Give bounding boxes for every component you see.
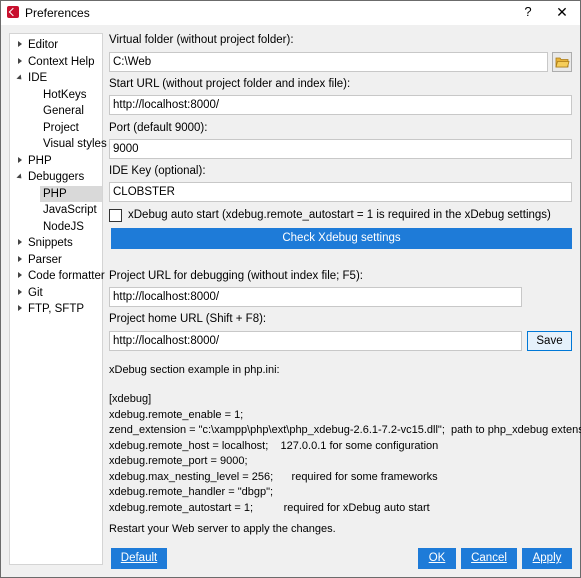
virtual-folder-label: Virtual folder (without project folder): (109, 34, 294, 46)
port-label: Port (default 9000): (109, 122, 208, 134)
window-title: Preferences (25, 6, 90, 20)
ide-key-input[interactable]: CLOBSTER (109, 182, 572, 202)
autostart-label: xDebug auto start (xdebug.remote_autosta… (128, 209, 551, 221)
collapse-arrow-icon[interactable] (16, 173, 24, 181)
tree-item-parser[interactable]: Parser (10, 252, 102, 268)
preferences-window: Preferences ? ✕ Editor Context Help IDE … (0, 0, 581, 578)
expand-arrow-icon[interactable] (18, 156, 22, 163)
expand-arrow-icon[interactable] (18, 57, 22, 64)
tree-item-php[interactable]: PHP (10, 153, 102, 169)
tree-item-general[interactable]: General (10, 103, 102, 119)
browse-folder-button[interactable] (552, 52, 572, 72)
save-button[interactable]: Save (527, 331, 572, 351)
collapse-arrow-icon[interactable] (16, 74, 24, 82)
autostart-checkbox[interactable] (109, 209, 122, 222)
dialog-content: Editor Context Help IDE HotKeys General … (1, 25, 581, 577)
tree-item-javascript[interactable]: JavaScript (10, 202, 102, 218)
info-line: xdebug.max_nesting_level = 256; required… (109, 470, 438, 483)
app-icon (7, 6, 19, 18)
ok-button[interactable]: OK (418, 548, 456, 569)
tree-item-nodejs[interactable]: NodeJS (10, 219, 102, 235)
project-home-label: Project home URL (Shift + F8): (109, 313, 267, 325)
info-line: xdebug.remote_port = 9000; (109, 455, 248, 467)
tree-item-hotkeys[interactable]: HotKeys (10, 87, 102, 103)
apply-button[interactable]: Apply (522, 548, 572, 569)
info-line: zend_extension = "c:\xampp\php\ext\php_x… (109, 424, 581, 436)
project-home-input[interactable]: http://localhost:8000/ (109, 331, 522, 351)
tree-item-editor[interactable]: Editor (10, 37, 102, 53)
info-line: xdebug.remote_handler = "dbgp"; (109, 486, 274, 498)
tree-item-git[interactable]: Git (10, 285, 102, 301)
check-xdebug-button[interactable]: Check Xdebug settings (111, 228, 572, 249)
port-input[interactable]: 9000 (109, 139, 572, 159)
tree-item-visual-styles[interactable]: Visual styles (10, 136, 107, 152)
expand-arrow-icon[interactable] (18, 288, 22, 295)
expand-arrow-icon[interactable] (18, 255, 22, 262)
help-button[interactable]: ? (520, 4, 536, 20)
start-url-label: Start URL (without project folder and in… (109, 78, 351, 90)
tree-item-debuggers[interactable]: Debuggers (10, 169, 102, 185)
virtual-folder-input[interactable]: C:\Web (109, 52, 548, 72)
tree-item-code-formatter[interactable]: Code formatter (10, 268, 105, 284)
start-url-input[interactable]: http://localhost:8000/ (109, 95, 572, 115)
info-line: xdebug.remote_host = localhost; 127.0.0.… (109, 439, 439, 452)
project-url-label: Project URL for debugging (without index… (109, 270, 363, 282)
info-line: xdebug.remote_enable = 1; (109, 408, 244, 421)
ide-key-label: IDE Key (optional): (109, 165, 206, 177)
close-button[interactable]: ✕ (554, 4, 570, 20)
expand-arrow-icon[interactable] (18, 239, 22, 245)
expand-arrow-icon[interactable] (18, 41, 22, 47)
default-button[interactable]: Default (111, 548, 167, 569)
settings-tree: Editor Context Help IDE HotKeys General … (9, 33, 107, 565)
project-url-input[interactable]: http://localhost:8000/ (109, 287, 522, 307)
tree-item-debuggers-php[interactable]: PHP (40, 185, 102, 202)
title-bar: Preferences ? ✕ (1, 1, 580, 25)
info-line: xdebug.remote_autostart = 1; required fo… (109, 501, 430, 514)
tree-item-snippets[interactable]: Snippets (10, 235, 102, 251)
info-heading: xDebug section example in php.ini: (109, 364, 280, 376)
tree-item-project[interactable]: Project (10, 120, 102, 136)
restart-note: Restart your Web server to apply the cha… (109, 523, 336, 535)
tree-item-ftp-sftp[interactable]: FTP, SFTP (10, 301, 102, 317)
tree-item-context-help[interactable]: Context Help (10, 54, 102, 70)
cancel-button[interactable]: Cancel (461, 548, 517, 569)
expand-arrow-icon[interactable] (18, 305, 22, 311)
expand-arrow-icon[interactable] (18, 272, 22, 278)
info-line: [xdebug] (109, 393, 152, 405)
tree-item-ide[interactable]: IDE (10, 70, 102, 86)
folder-icon (555, 57, 570, 68)
